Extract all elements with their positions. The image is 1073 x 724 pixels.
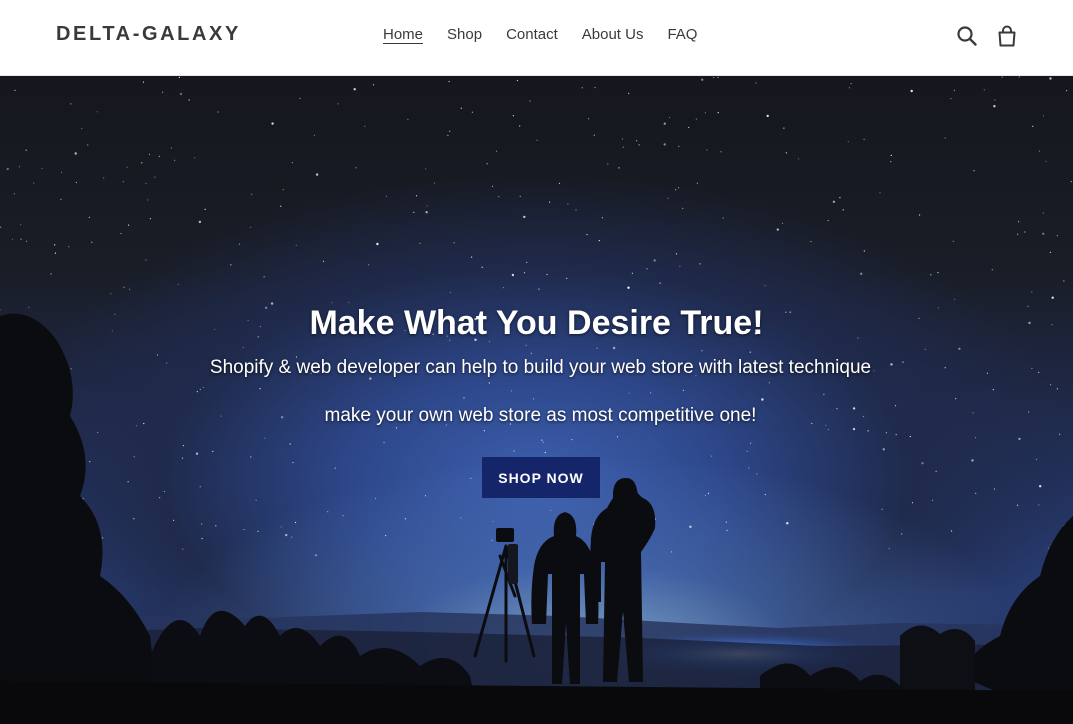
- hero-subtitle-line1: Shopify & web developer can help to buil…: [209, 357, 872, 378]
- nav-contact[interactable]: Contact: [506, 26, 558, 44]
- hero-title: Make What You Desire True!: [309, 304, 764, 342]
- nav-faq[interactable]: FAQ: [667, 26, 697, 44]
- hero-content: Make What You Desire True! Shopify & web…: [0, 76, 1073, 724]
- nav-shop[interactable]: Shop: [447, 26, 482, 44]
- nav-home[interactable]: Home: [383, 26, 423, 44]
- cart-icon[interactable]: [995, 24, 1019, 48]
- hero-banner: Make What You Desire True! Shopify & web…: [0, 76, 1073, 724]
- search-icon[interactable]: [955, 24, 979, 48]
- nav-about-us[interactable]: About Us: [582, 26, 644, 44]
- hero-subtitle-line2: make your own web store as most competit…: [324, 405, 757, 426]
- shop-now-button[interactable]: SHOP NOW: [482, 457, 600, 498]
- main-nav: Home Shop Contact About Us FAQ: [383, 26, 697, 44]
- site-header: DELTA-GALAXY Home Shop Contact About Us …: [0, 0, 1073, 76]
- site-logo[interactable]: DELTA-GALAXY: [56, 23, 241, 46]
